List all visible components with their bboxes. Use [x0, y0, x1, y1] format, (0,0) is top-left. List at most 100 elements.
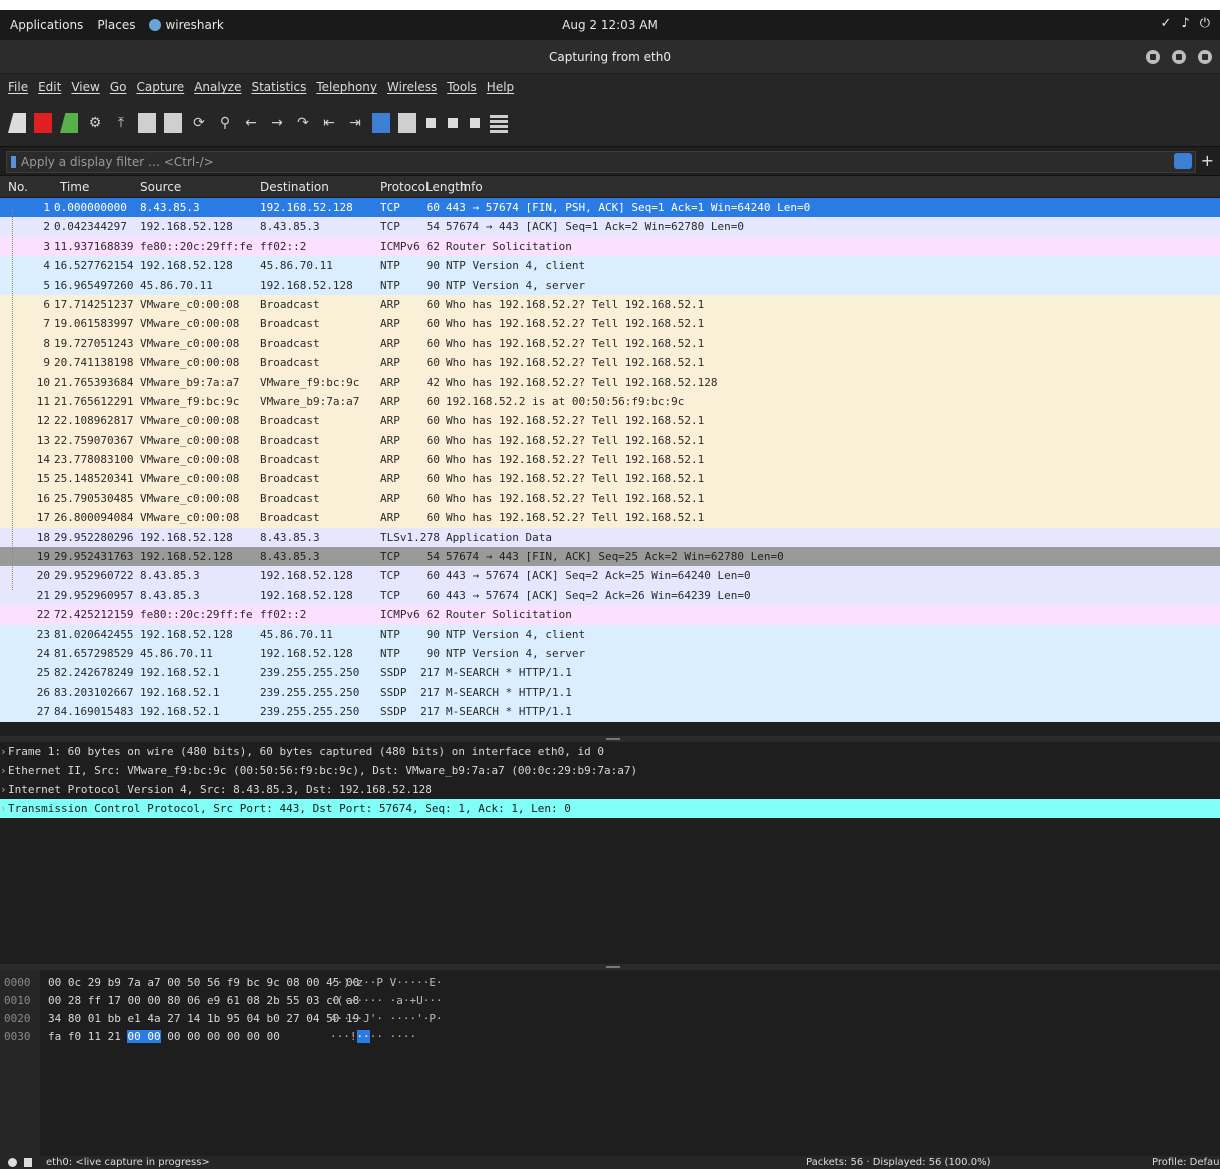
maximize-button[interactable] [1172, 50, 1186, 64]
start-capture-icon[interactable] [8, 113, 26, 133]
packet-source: 192.168.52.128 [140, 627, 233, 641]
menu-file[interactable]: File [8, 80, 28, 94]
colorize-icon[interactable] [398, 113, 416, 133]
packet-row[interactable]: 9 20.741138198 VMware_c0:00:08 Broadcast ARP… [0, 353, 1220, 373]
packet-row[interactable]: 25 82.242678249 192.168.52.1 239.255.255.25… [0, 663, 1220, 683]
go-back-icon[interactable]: ← [242, 113, 260, 133]
bytes-hex[interactable]: 00 0c 29 b9 7a a7 00 50 56 f9 bc 9c 08 0… [48, 976, 359, 989]
network-icon[interactable]: ✓ [1161, 16, 1172, 31]
open-file-icon[interactable]: ⤒ [112, 113, 130, 133]
menu-statistics[interactable]: Statistics [251, 80, 306, 94]
packet-row[interactable]: 13 22.759070367 VMware_c0:00:08 Broadcast AR… [0, 430, 1220, 451]
menu-edit[interactable]: Edit [38, 80, 61, 94]
bytes-hex[interactable]: 34 80 01 bb e1 4a 27 14 1b 95 04 b0 27 0… [48, 1012, 359, 1025]
restart-capture-icon[interactable] [60, 113, 78, 133]
menu-wireless[interactable]: Wireless [387, 80, 437, 94]
column-info[interactable]: Info [460, 180, 483, 194]
minimize-button[interactable] [1146, 50, 1160, 64]
detail-ethernet[interactable]: Ethernet II, Src: VMware_f9:bc:9c (00:50… [0, 761, 1220, 780]
packet-row[interactable]: 11 21.765612291 VMware_f9:bc:9c VMware_b9:7… [0, 391, 1220, 412]
packet-row[interactable]: 17 26.800094084 VMware_c0:00:08 Broadcast AR… [0, 508, 1220, 528]
volume-icon[interactable]: ♪ [1181, 16, 1189, 31]
capture-comment-icon[interactable] [24, 1158, 32, 1167]
packet-row[interactable]: 21 29.952960957 8.43.85.3 192.168.52.128 TCP… [0, 585, 1220, 606]
packet-row[interactable]: 12 22.108962817 VMware_c0:00:08 Broadcast AR… [0, 411, 1220, 431]
packet-row[interactable]: 2 0.042344297 192.168.52.128 8.43.85.3 TCP 54… [0, 217, 1220, 237]
power-icon[interactable]: ⏻ [1200, 16, 1210, 31]
bytes-hex[interactable]: fa f0 11 21 00 00 00 00 00 00 00 00 [48, 1030, 280, 1043]
packet-no: 8 [43, 336, 50, 350]
menu-view[interactable]: View [71, 80, 99, 94]
go-forward-icon[interactable]: → [268, 113, 286, 133]
bytes-ascii[interactable]: ·(······ ·a·+U··· [330, 994, 443, 1007]
apply-filter-icon[interactable] [1174, 153, 1192, 169]
packet-row[interactable]: 8 19.727051243 VMware_c0:00:08 Broadcast ARP… [0, 333, 1220, 354]
packet-row[interactable]: 23 81.020642455 192.168.52.128 45.86.70.11 N… [0, 624, 1220, 644]
packet-row[interactable]: 20 29.952960722 8.43.85.3 192.168.52.128 TCP… [0, 566, 1220, 586]
resize-columns-icon[interactable] [490, 113, 508, 133]
close-button[interactable] [1198, 50, 1212, 64]
autoscroll-icon[interactable] [372, 113, 390, 133]
column-no[interactable]: No. [8, 180, 28, 194]
packet-destination: 45.86.70.11 [260, 259, 333, 273]
packet-row[interactable]: 10 21.765393684 VMware_b9:7a:a7 VMware_f9:b… [0, 372, 1220, 392]
packet-time: 11.937168839 [54, 239, 134, 253]
packet-row[interactable]: 3 11.937168839 fe80::20c:29ff:feb9… ff02::2… [0, 236, 1220, 257]
packet-no: 13 [36, 433, 50, 447]
add-filter-button[interactable]: + [1201, 151, 1214, 171]
save-file-icon[interactable] [138, 113, 156, 133]
clock[interactable]: Aug 2 12:03 AM [0, 18, 1220, 32]
status-profile[interactable]: Profile: Default [1152, 1157, 1220, 1168]
first-packet-icon[interactable]: ⇤ [320, 113, 338, 133]
packet-row[interactable]: 4 16.527762154 192.168.52.128 45.86.70.11 NT… [0, 256, 1220, 276]
expert-info-icon[interactable] [8, 1158, 17, 1167]
bytes-ascii[interactable]: ··)·z··P V·····E· [330, 976, 443, 989]
stop-capture-icon[interactable] [34, 113, 52, 133]
menu-analyze[interactable]: Analyze [194, 80, 241, 94]
column-destination[interactable]: Destination [260, 180, 329, 194]
packet-row[interactable]: 7 19.061583997 VMware_c0:00:08 Broadcast ARP… [0, 314, 1220, 334]
packet-row[interactable]: 24 81.657298529 45.86.70.11 192.168.52.128 N… [0, 643, 1220, 664]
menu-help[interactable]: Help [487, 80, 514, 94]
packet-time: 20.741138198 [54, 356, 134, 370]
normal-size-icon[interactable] [470, 118, 480, 128]
go-to-packet-icon[interactable]: ↷ [294, 113, 312, 133]
column-time[interactable]: Time [60, 180, 89, 194]
menu-telephony[interactable]: Telephony [316, 80, 377, 94]
packet-source: VMware_c0:00:08 [140, 336, 240, 350]
find-packet-icon[interactable]: ⚲ [216, 113, 234, 133]
bytes-hex[interactable]: 00 28 ff 17 00 00 80 06 e9 61 08 2b 55 0… [48, 994, 359, 1007]
column-protocol[interactable]: Protocol [380, 180, 428, 194]
packet-details-pane: Frame 1: 60 bytes on wire (480 bits), 60… [0, 742, 1220, 964]
menu-go[interactable]: Go [110, 80, 127, 94]
packet-row[interactable]: 14 23.778083100 VMware_c0:00:08 Broadcast AR… [0, 450, 1220, 470]
bytes-ascii[interactable]: 4····J'· ····'·P· [330, 1012, 443, 1025]
packet-row[interactable]: 26 83.203102667 192.168.52.1 239.255.255.25… [0, 682, 1220, 703]
packet-row[interactable]: 19 29.952431763 192.168.52.128 8.43.85.3 TCP… [0, 547, 1220, 567]
packet-row[interactable]: 27 84.169015483 192.168.52.1 239.255.255.25… [0, 702, 1220, 722]
menu-capture[interactable]: Capture [136, 80, 184, 94]
detail-frame[interactable]: Frame 1: 60 bytes on wire (480 bits), 60… [0, 742, 1220, 761]
detail-tcp[interactable]: Transmission Control Protocol, Src Port:… [0, 799, 1220, 818]
packet-row[interactable]: 16 25.790530485 VMware_c0:00:08 Broadcast AR… [0, 488, 1220, 509]
packet-no: 17 [36, 511, 50, 525]
packet-row[interactable]: 6 17.714251237 VMware_c0:00:08 Broadcast ARP… [0, 294, 1220, 315]
packet-row[interactable]: 22 72.425212159 fe80::20c:29ff:feb9… ff02::… [0, 605, 1220, 625]
bytes-ascii[interactable]: ···!···· ···· [330, 1030, 416, 1043]
packet-list[interactable]: 1 0.000000000 8.43.85.3 192.168.52.128 TCP 60… [0, 198, 1220, 736]
close-file-icon[interactable] [164, 113, 182, 133]
packet-row[interactable]: 15 25.148520341 VMware_c0:00:08 Broadcast AR… [0, 469, 1220, 489]
menu-tools[interactable]: Tools [447, 80, 477, 94]
last-packet-icon[interactable]: ⇥ [346, 113, 364, 133]
packet-destination: 192.168.52.128 [260, 278, 353, 292]
packet-row[interactable]: 5 16.965497260 45.86.70.11 192.168.52.128 NT… [0, 275, 1220, 295]
detail-ip[interactable]: Internet Protocol Version 4, Src: 8.43.8… [0, 780, 1220, 799]
packet-row[interactable]: 1 0.000000000 8.43.85.3 192.168.52.128 TCP 60… [0, 198, 1220, 218]
packet-row[interactable]: 18 29.952280296 192.168.52.128 8.43.85.3 TLS… [0, 527, 1220, 548]
column-source[interactable]: Source [140, 180, 181, 194]
display-filter-input[interactable]: Apply a display filter … <Ctrl-/> [6, 151, 1196, 173]
zoom-out-icon[interactable] [448, 118, 458, 128]
capture-options-icon[interactable]: ⚙ [86, 113, 104, 133]
reload-icon[interactable]: ⟳ [190, 113, 208, 133]
zoom-in-icon[interactable] [426, 118, 436, 128]
